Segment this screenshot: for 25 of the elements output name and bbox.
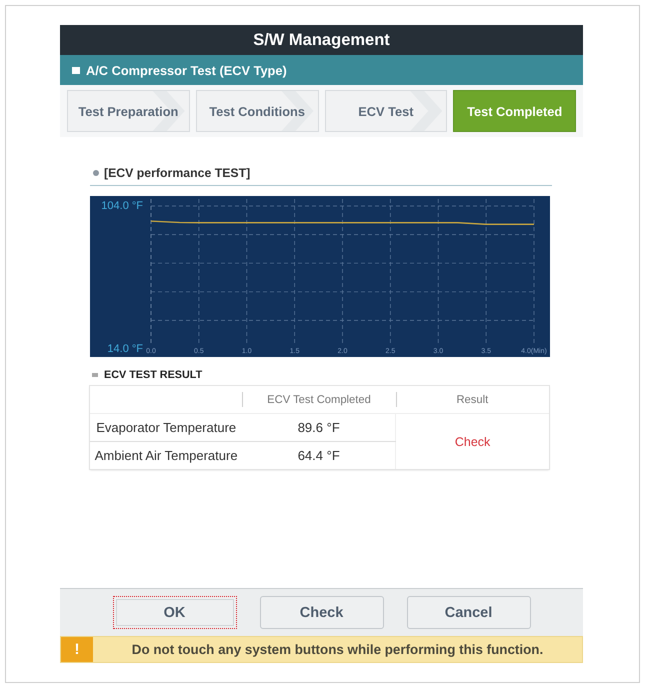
y-tick-label: 104.0 °F: [101, 200, 143, 212]
table-cell: Ambient Air Temperature: [94, 448, 238, 463]
step-tab[interactable]: ECV Test: [324, 90, 448, 132]
step-tab[interactable]: Test Completed: [453, 90, 576, 132]
title-bar: S/W Management: [60, 25, 583, 55]
dialog-button[interactable]: Cancel: [406, 596, 530, 629]
table-cell: 89.6 °F: [298, 420, 340, 435]
result-text: Check: [454, 434, 490, 448]
step-tab[interactable]: Test Preparation: [67, 90, 190, 132]
test-title: A/C Compressor Test (ECV Type): [86, 62, 287, 78]
square-bullet-icon: [72, 66, 80, 74]
section-title: [ECV performance TEST]: [104, 166, 250, 180]
table-cell: Evaporator Temperature: [96, 420, 236, 435]
dialog-button[interactable]: Check: [260, 596, 384, 629]
square-bullet-icon: [92, 373, 98, 377]
dialog-button[interactable]: OK: [112, 596, 236, 629]
column-header: ECV Test Completed: [267, 394, 371, 406]
column-header: Result: [456, 394, 488, 406]
warning-icon: !: [61, 637, 93, 662]
bullet-dot-icon: [93, 170, 99, 176]
y-tick-label: 14.0 °F: [107, 343, 143, 355]
step-tab[interactable]: Test Conditions: [196, 90, 318, 132]
warning-message: Do not touch any system buttons while performing this function.: [130, 641, 544, 659]
section-title: ECV TEST RESULT: [104, 369, 202, 381]
table-cell: 64.4 °F: [298, 448, 340, 463]
